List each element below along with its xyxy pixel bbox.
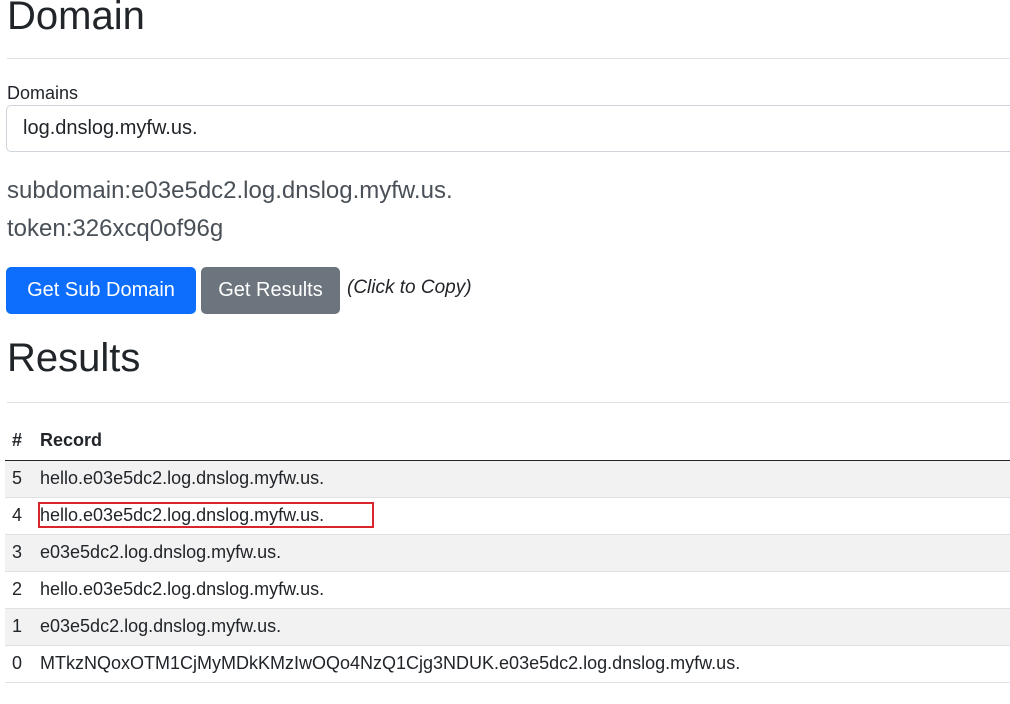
subdomain-text[interactable]: subdomain:e03e5dc2.log.dnslog.myfw.us. [7, 176, 453, 206]
table-row: 5 hello.e03e5dc2.log.dnslog.myfw.us. [5, 460, 1010, 498]
table-header-row: # Record [5, 422, 1010, 461]
domains-label: Domains [7, 83, 79, 103]
row-number: 5 [5, 460, 33, 498]
table-row: 1 e03e5dc2.log.dnslog.myfw.us. [5, 608, 1010, 646]
table-row: 0 MTkzNQoxOTM1CjMyMDkKMzIwOQo4NzQ1Cjg3ND… [5, 645, 1010, 683]
row-record[interactable]: e03e5dc2.log.dnslog.myfw.us. [33, 534, 1010, 572]
results-table: # Record 5 hello.e03e5dc2.log.dnslog.myf… [5, 422, 1010, 683]
table-row: 2 hello.e03e5dc2.log.dnslog.myfw.us. [5, 571, 1010, 609]
results-title: Results [7, 336, 141, 380]
row-record[interactable]: hello.e03e5dc2.log.dnslog.myfw.us. [33, 497, 1010, 535]
row-record[interactable]: e03e5dc2.log.dnslog.myfw.us. [33, 608, 1010, 646]
row-record[interactable]: hello.e03e5dc2.log.dnslog.myfw.us. [33, 571, 1010, 609]
divider [7, 402, 1010, 403]
get-sub-domain-button[interactable]: Get Sub Domain [6, 267, 196, 314]
column-header-record: Record [33, 422, 1010, 461]
row-number: 1 [5, 608, 33, 646]
row-number: 3 [5, 534, 33, 572]
table-row: 3 e03e5dc2.log.dnslog.myfw.us. [5, 534, 1010, 572]
row-number: 4 [5, 497, 33, 535]
copy-hint: (Click to Copy) [347, 277, 472, 298]
get-results-button[interactable]: Get Results [201, 267, 340, 314]
token-text[interactable]: token:326xcq0of96g [7, 214, 223, 244]
row-number: 0 [5, 645, 33, 683]
dnslog-page: Domain Domains subdomain:e03e5dc2.log.dn… [0, 0, 1010, 704]
page-title: Domain [7, 0, 145, 38]
table-row: 4 hello.e03e5dc2.log.dnslog.myfw.us. [5, 497, 1010, 535]
row-number: 2 [5, 571, 33, 609]
row-record[interactable]: hello.e03e5dc2.log.dnslog.myfw.us. [33, 460, 1010, 498]
column-header-number: # [5, 422, 33, 461]
divider [7, 58, 1010, 59]
row-record[interactable]: MTkzNQoxOTM1CjMyMDkKMzIwOQo4NzQ1Cjg3NDUK… [33, 645, 1010, 683]
domains-input[interactable] [6, 105, 1010, 152]
